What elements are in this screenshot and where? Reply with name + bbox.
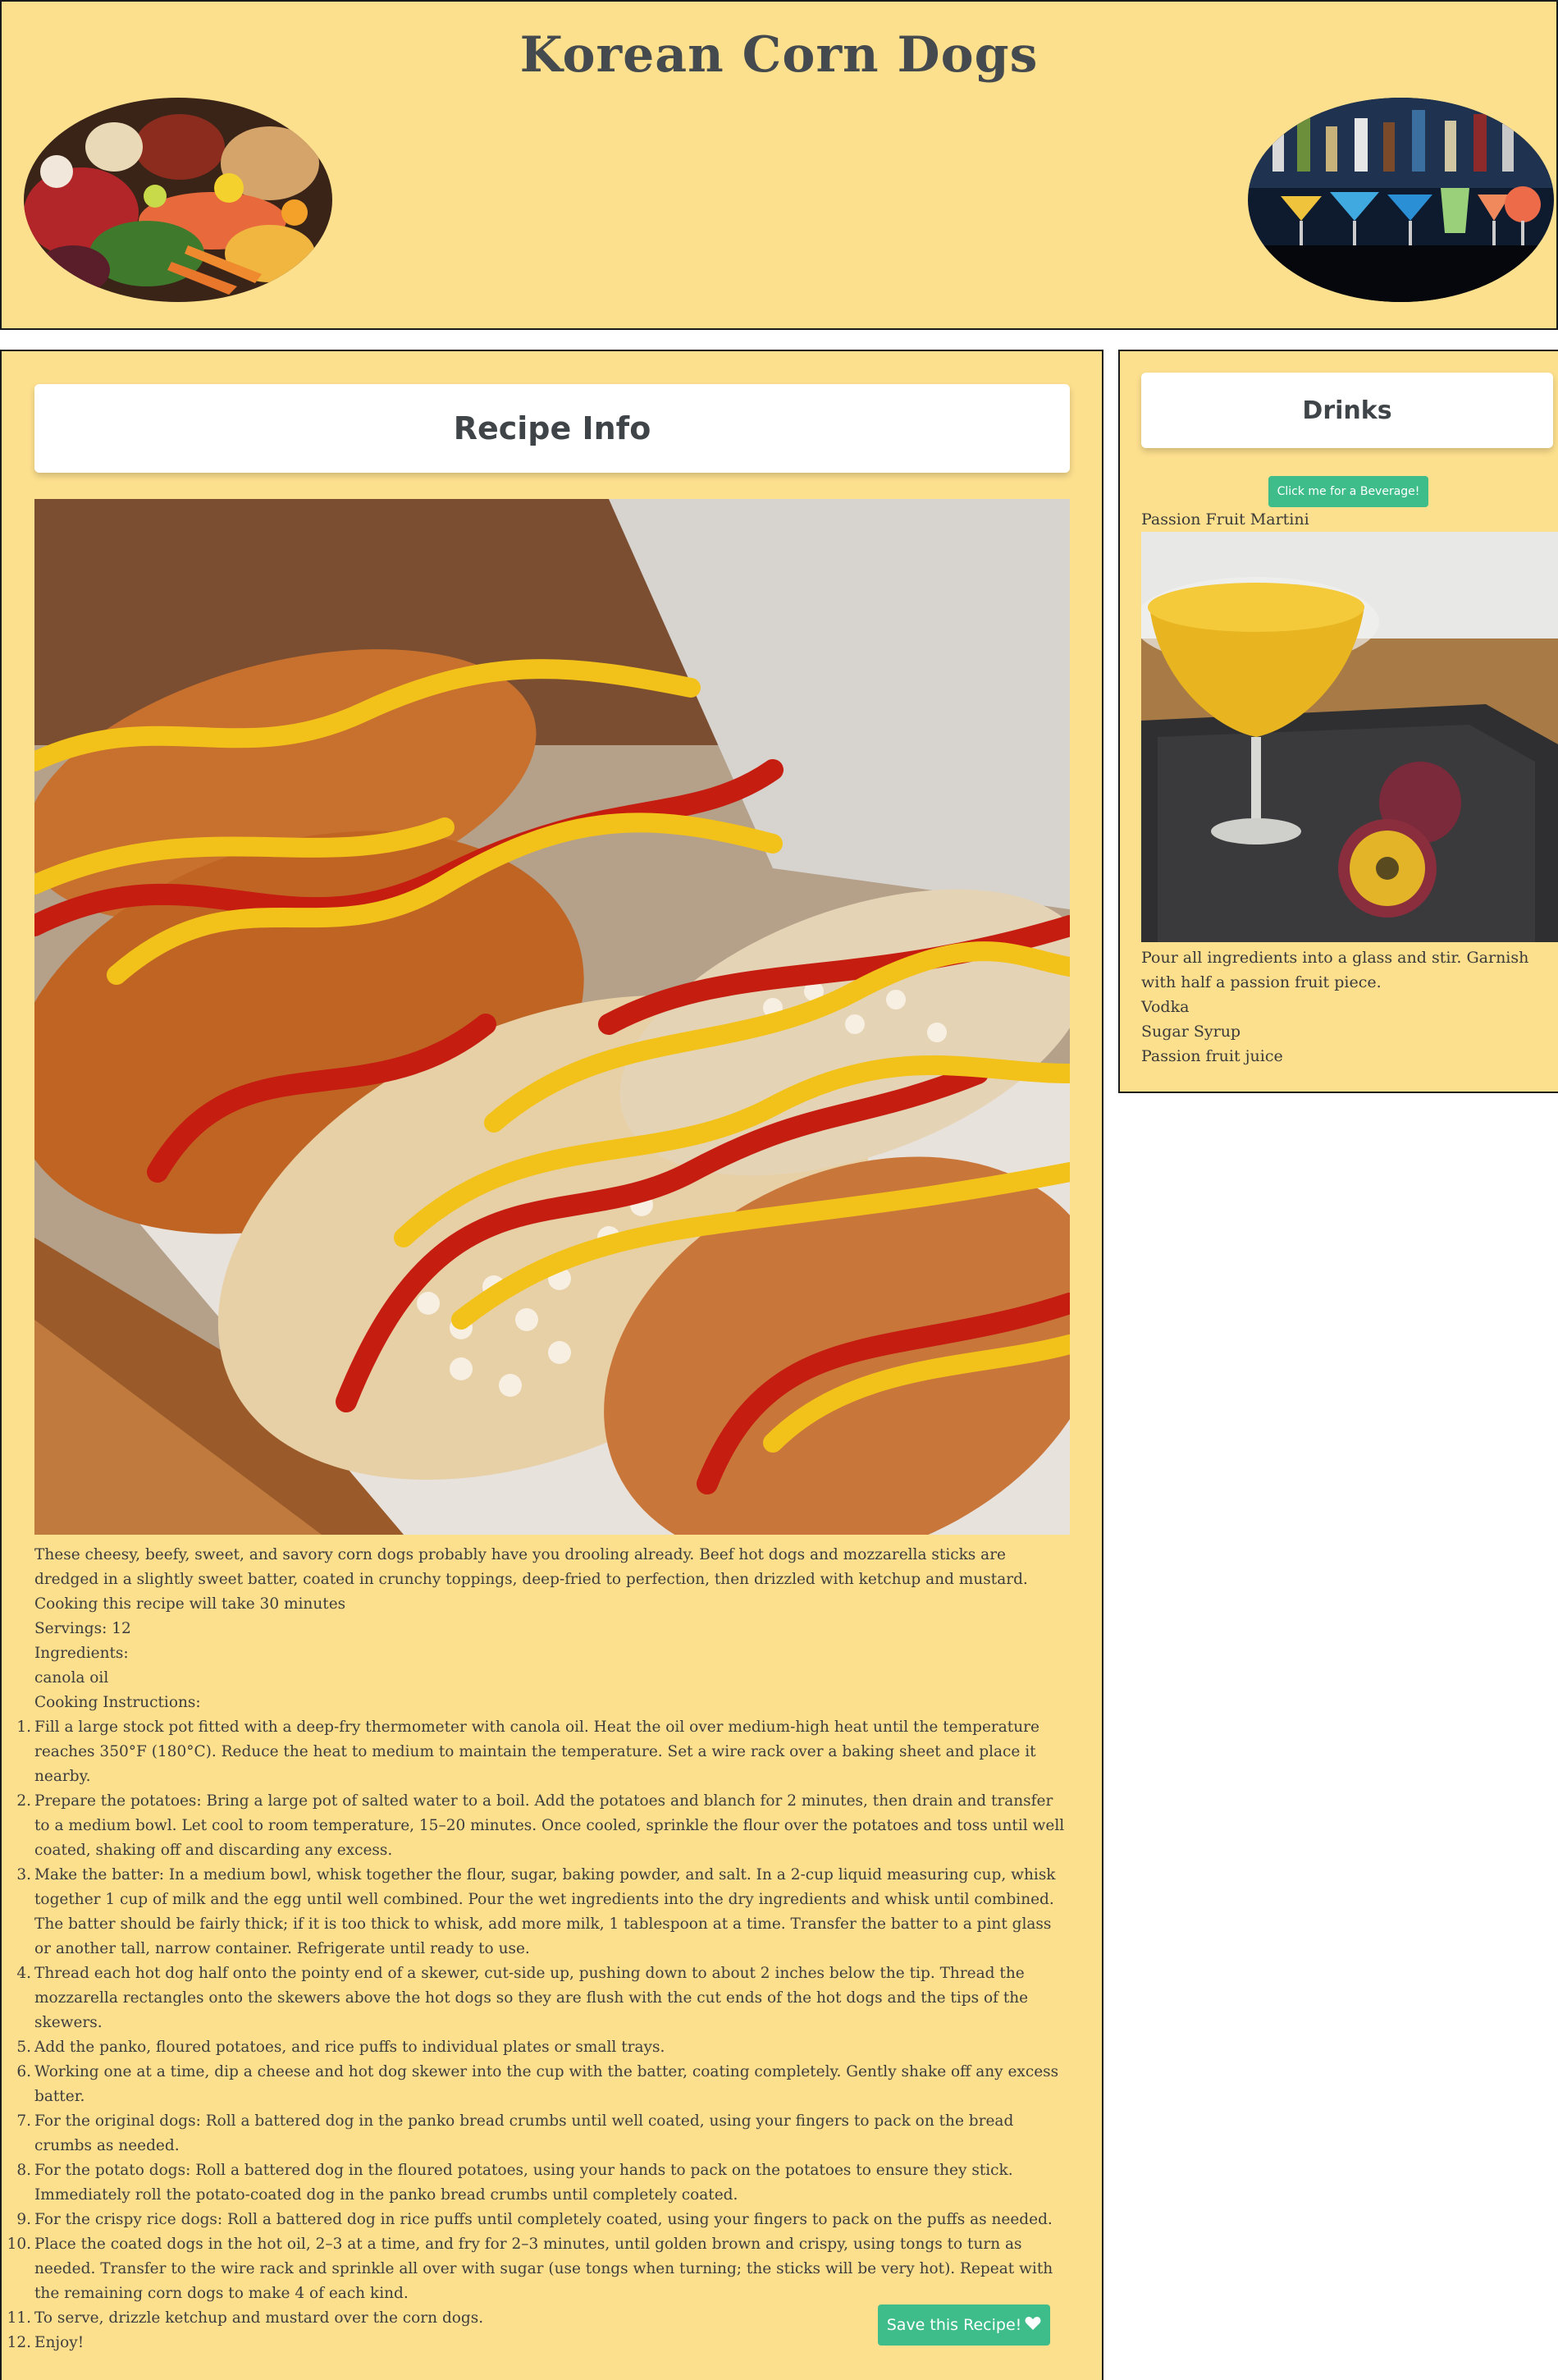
drinks-panel: Drinks Click me for a Beverage! Passion … [1118,350,1558,1093]
page-title: Korean Corn Dogs [519,26,1039,84]
instructions-label: Cooking Instructions: [34,1694,201,1711]
recipe-details: These cheesy, beefy, sweet, and savory c… [0,1543,1070,2355]
instruction-step: Prepare the potatoes: Bring a large pot … [0,1789,1065,1859]
instruction-step: Fill a large stock pot fitted with a dee… [0,1715,1039,1785]
heart-icon [1025,2316,1041,2335]
instruction-step: For the crispy rice dogs: Roll a battere… [0,2208,1053,2232]
cook-time: Cooking this recipe will take 30 minutes [34,1595,346,1613]
drink-instructions: Pour all ingredients into a glass and st… [1141,949,1529,991]
instructions-list: Fill a large stock pot fitted with a dee… [0,1715,1070,2355]
instruction-step: For the original dogs: Roll a battered d… [0,2109,1014,2154]
drink-ingredient: Passion fruit juice [1141,1047,1283,1065]
drinks-heading: Drinks [1141,373,1553,448]
drink-image [1141,532,1558,942]
recipe-image [34,499,1070,1535]
save-recipe-label: Save this Recipe! [886,2316,1022,2334]
food-banner-image [24,98,332,302]
recipe-description: These cheesy, beefy, sweet, and savory c… [34,1546,1028,1588]
servings: Servings: 12 [34,1620,131,1637]
drink-ingredient: Vodka [1141,998,1190,1016]
recipe-panel: Recipe Info These cheesy, beefy, sweet, … [0,350,1103,2380]
instruction-step: Make the batter: In a medium bowl, whisk… [0,1863,1056,1957]
instruction-step: Working one at a time, dip a cheese and … [0,2060,1059,2105]
recipe-info-heading: Recipe Info [34,384,1070,473]
beverage-button[interactable]: Click me for a Beverage! [1268,476,1428,507]
save-recipe-button[interactable]: Save this Recipe! [878,2304,1050,2346]
drink-name: Passion Fruit Martini [1141,510,1309,529]
drink-ingredient: Sugar Syrup [1141,1023,1241,1041]
bar-banner-image [1248,98,1554,302]
header: Korean Corn Dogs [0,0,1558,330]
instruction-step: Thread each hot dog half onto the pointy… [0,1961,1029,2031]
ingredient-item: canola oil [34,1669,109,1687]
drink-details: Pour all ingredients into a glass and st… [1141,945,1556,1069]
ingredients-label: Ingredients: [34,1645,129,1662]
instruction-step: For the potato dogs: Roll a battered dog… [0,2158,1013,2204]
instruction-step: Place the coated dogs in the hot oil, 2–… [0,2232,1053,2302]
instruction-step: Add the panko, floured potatoes, and ric… [0,2035,665,2060]
